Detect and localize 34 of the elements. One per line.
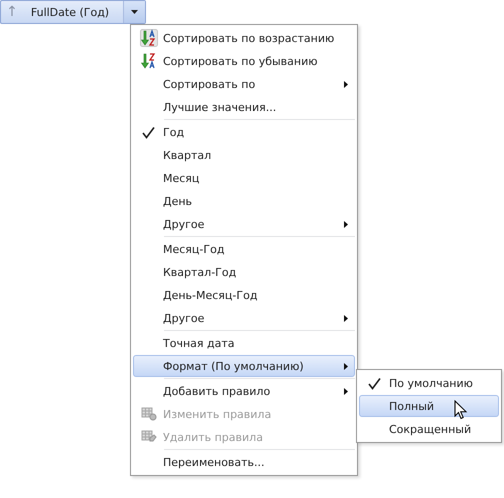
menu-item[interactable]: Полный — [359, 395, 499, 417]
menu-item[interactable]: Другое — [133, 307, 355, 329]
menu-item[interactable]: Квартал-Год — [133, 261, 355, 283]
menu-item[interactable]: Месяц — [133, 167, 355, 189]
menu-item[interactable]: Месяц-Год — [133, 238, 355, 260]
menu-item[interactable]: Добавить правило — [133, 380, 355, 402]
submenu-arrow-icon — [344, 220, 348, 228]
menu-item[interactable]: Формат (По умолчанию) — [133, 355, 355, 377]
mouse-cursor-icon — [454, 400, 468, 420]
field-header-button[interactable]: ↑ FullDate (Год) — [0, 0, 146, 24]
table-gear-icon — [140, 407, 156, 421]
menu-item[interactable]: Год — [133, 121, 355, 143]
menu-item[interactable]: Квартал — [133, 144, 355, 166]
submenu-arrow-icon — [344, 388, 348, 394]
menu-item[interactable]: Лучшие значения... — [133, 96, 355, 118]
menu-item[interactable]: По умолчанию — [359, 372, 499, 394]
sort-descending-icon — [140, 52, 158, 70]
dropdown-button[interactable] — [123, 1, 145, 23]
menu-item[interactable]: Сокращенный — [359, 418, 499, 440]
menu-item[interactable]: Сортировать по возрастанию — [133, 27, 355, 49]
caret-icon — [131, 10, 138, 14]
menu-item[interactable]: Переименовать... — [133, 451, 355, 473]
menu-item[interactable]: День-Месяц-Год — [133, 284, 355, 306]
menu-item[interactable]: Другое — [133, 213, 355, 235]
table-delete-icon — [140, 430, 156, 444]
sort-ascending-icon — [140, 29, 158, 47]
menu-item[interactable]: Сортировать по — [133, 73, 355, 95]
menu-item[interactable]: День — [133, 190, 355, 212]
submenu-arrow-icon — [344, 314, 348, 322]
menu-item[interactable]: Точная дата — [133, 332, 355, 354]
submenu-arrow-icon — [344, 80, 348, 88]
menu-item[interactable]: Сортировать по убыванию — [133, 50, 355, 72]
submenu-arrow-icon — [344, 362, 348, 370]
sort-arrow: ↑ — [5, 4, 19, 20]
